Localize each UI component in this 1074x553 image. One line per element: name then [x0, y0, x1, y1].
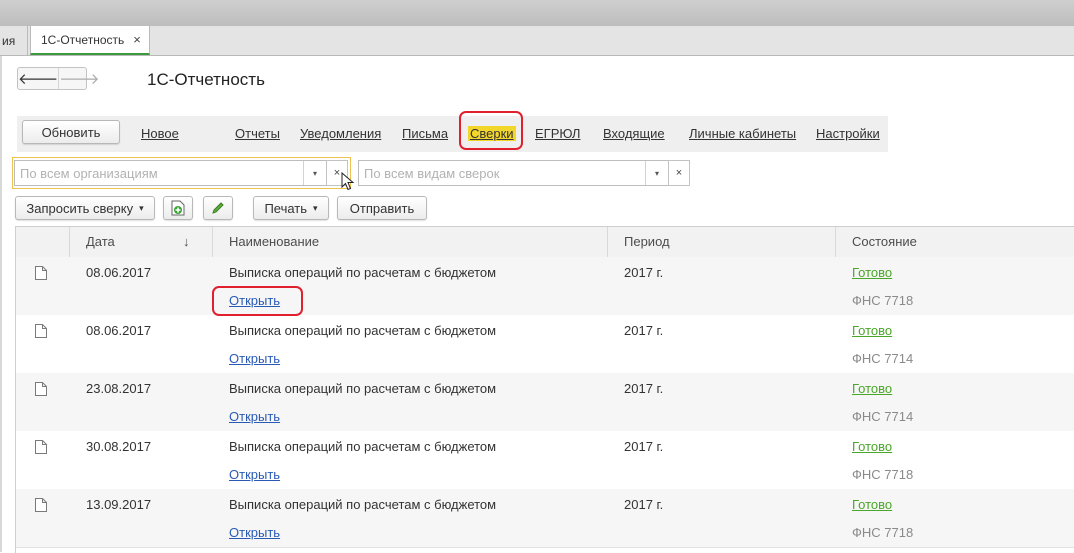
clear-icon: ×: [333, 167, 341, 179]
tax-authority-label: ФНС 7718: [852, 293, 914, 308]
column-divider: [607, 227, 608, 257]
column-header-status[interactable]: Состояние: [852, 227, 917, 257]
pencil-icon: [212, 202, 224, 214]
chevron-down-icon: ▾: [313, 202, 318, 213]
document-icon: [35, 382, 47, 396]
document-icon: [35, 440, 47, 454]
annotation-highlight-open-link: [212, 286, 303, 316]
request-reconciliation-button[interactable]: Запросить сверку ▾: [15, 196, 155, 220]
menu-link-letters[interactable]: Письма: [402, 126, 448, 141]
chevron-down-icon: ▾: [139, 202, 144, 213]
table-row[interactable]: 08.06.2017 Выписка операций по расчетам …: [16, 257, 1074, 316]
status-link[interactable]: Готово: [852, 439, 892, 454]
menu-link-reports[interactable]: Отчеты: [235, 126, 280, 141]
reconciliation-type-clear-button[interactable]: ×: [668, 160, 690, 186]
row-name: Выписка операций по расчетам с бюджетом: [229, 323, 497, 338]
chevron-down-icon[interactable]: ▾: [645, 161, 668, 185]
left-panel-edge: [0, 56, 2, 552]
clear-icon: ×: [675, 167, 683, 179]
row-period: 2017 г.: [624, 381, 664, 396]
tax-authority-label: ФНС 7714: [852, 351, 914, 366]
document-icon: [35, 324, 47, 338]
open-link[interactable]: Открыть: [229, 351, 280, 366]
row-date: 08.06.2017: [86, 265, 152, 280]
status-link[interactable]: Готово: [852, 323, 892, 338]
send-button[interactable]: Отправить: [337, 196, 427, 220]
request-reconciliation-label: Запросить сверку: [26, 200, 134, 216]
chevron-down-icon[interactable]: ▾: [303, 161, 326, 185]
table-header: Дата ↓ Наименование Период Состояние: [16, 227, 1074, 258]
row-date: 13.09.2017: [86, 497, 152, 512]
table-row[interactable]: 13.09.2017 Выписка операций по расчетам …: [16, 489, 1074, 548]
row-name: Выписка операций по расчетам с бюджетом: [229, 265, 497, 280]
menu-link-notifications[interactable]: Уведомления: [300, 126, 381, 141]
row-period: 2017 г.: [624, 323, 664, 338]
menu-link-personal-accounts[interactable]: Личные кабинеты: [689, 126, 796, 141]
row-date: 30.08.2017: [86, 439, 152, 454]
add-document-icon: [171, 200, 185, 216]
row-name: Выписка операций по расчетам с бюджетом: [229, 497, 497, 512]
table-row[interactable]: 30.08.2017 Выписка операций по расчетам …: [16, 431, 1074, 490]
row-period: 2017 г.: [624, 265, 664, 280]
column-divider: [69, 227, 70, 257]
refresh-button-label: Обновить: [41, 124, 101, 140]
open-link[interactable]: Открыть: [229, 467, 280, 482]
row-name: Выписка операций по расчетам с бюджетом: [229, 439, 497, 454]
reconciliation-type-placeholder: По всем видам сверок: [364, 165, 500, 181]
add-document-button[interactable]: [163, 196, 193, 220]
reconciliation-type-filter-field[interactable]: По всем видам сверок ▾: [358, 160, 669, 186]
open-link[interactable]: Открыть: [229, 409, 280, 424]
tax-authority-label: ФНС 7718: [852, 467, 914, 482]
menu-link-egrul[interactable]: ЕГРЮЛ: [535, 126, 580, 141]
back-arrow-icon[interactable]: 🡐: [18, 68, 58, 89]
refresh-button[interactable]: Обновить: [22, 120, 120, 144]
print-button-label: Печать: [264, 200, 308, 216]
forward-arrow-icon[interactable]: 🡒: [58, 68, 99, 89]
print-button[interactable]: Печать ▾: [253, 196, 329, 220]
status-link[interactable]: Готово: [852, 381, 892, 396]
tab-previous[interactable]: ия: [0, 26, 28, 55]
row-date: 08.06.2017: [86, 323, 152, 338]
column-header-name[interactable]: Наименование: [229, 227, 319, 257]
row-name: Выписка операций по расчетам с бюджетом: [229, 381, 497, 396]
menu-link-settings[interactable]: Настройки: [816, 126, 880, 141]
status-link[interactable]: Готово: [852, 265, 892, 280]
table-row[interactable]: 08.06.2017 Выписка операций по расчетам …: [16, 315, 1074, 374]
document-icon: [35, 498, 47, 512]
organization-filter-placeholder: По всем организациям: [20, 165, 158, 181]
document-icon: [35, 266, 47, 280]
tax-authority-label: ФНС 7714: [852, 409, 914, 424]
status-link[interactable]: Готово: [852, 497, 892, 512]
row-period: 2017 г.: [624, 497, 664, 512]
column-header-date[interactable]: Дата: [86, 227, 115, 257]
column-divider: [212, 227, 213, 257]
send-button-label: Отправить: [349, 200, 415, 216]
tab-previous-label: ия: [2, 33, 16, 48]
annotation-highlight-reconciliations: [459, 111, 523, 150]
row-period: 2017 г.: [624, 439, 664, 454]
mouse-cursor-icon: [341, 172, 355, 191]
tab-label: 1С-Отчетность: [41, 32, 125, 47]
tab-1c-reporting[interactable]: 1С-Отчетность ×: [30, 26, 150, 55]
column-header-period[interactable]: Период: [624, 227, 670, 257]
window-top-band: [0, 0, 1074, 26]
close-icon[interactable]: ×: [133, 32, 141, 47]
table-row[interactable]: 23.08.2017 Выписка операций по расчетам …: [16, 373, 1074, 432]
sort-descending-icon: ↓: [183, 234, 190, 249]
tab-bar: ия 1С-Отчетность ×: [0, 26, 1074, 56]
reconciliations-table: Дата ↓ Наименование Период Состояние 08.…: [15, 226, 1074, 553]
organization-filter-field[interactable]: По всем организациям ▾: [14, 160, 327, 186]
row-date: 23.08.2017: [86, 381, 152, 396]
edit-button[interactable]: [203, 196, 233, 220]
page-title: 1С-Отчетность: [147, 70, 265, 89]
column-divider: [835, 227, 836, 257]
menu-link-incoming[interactable]: Входящие: [603, 126, 665, 141]
menu-link-new[interactable]: Новое: [141, 126, 179, 141]
tax-authority-label: ФНС 7718: [852, 525, 914, 540]
open-link[interactable]: Открыть: [229, 525, 280, 540]
navigation-buttons: 🡐 🡒: [17, 67, 99, 90]
